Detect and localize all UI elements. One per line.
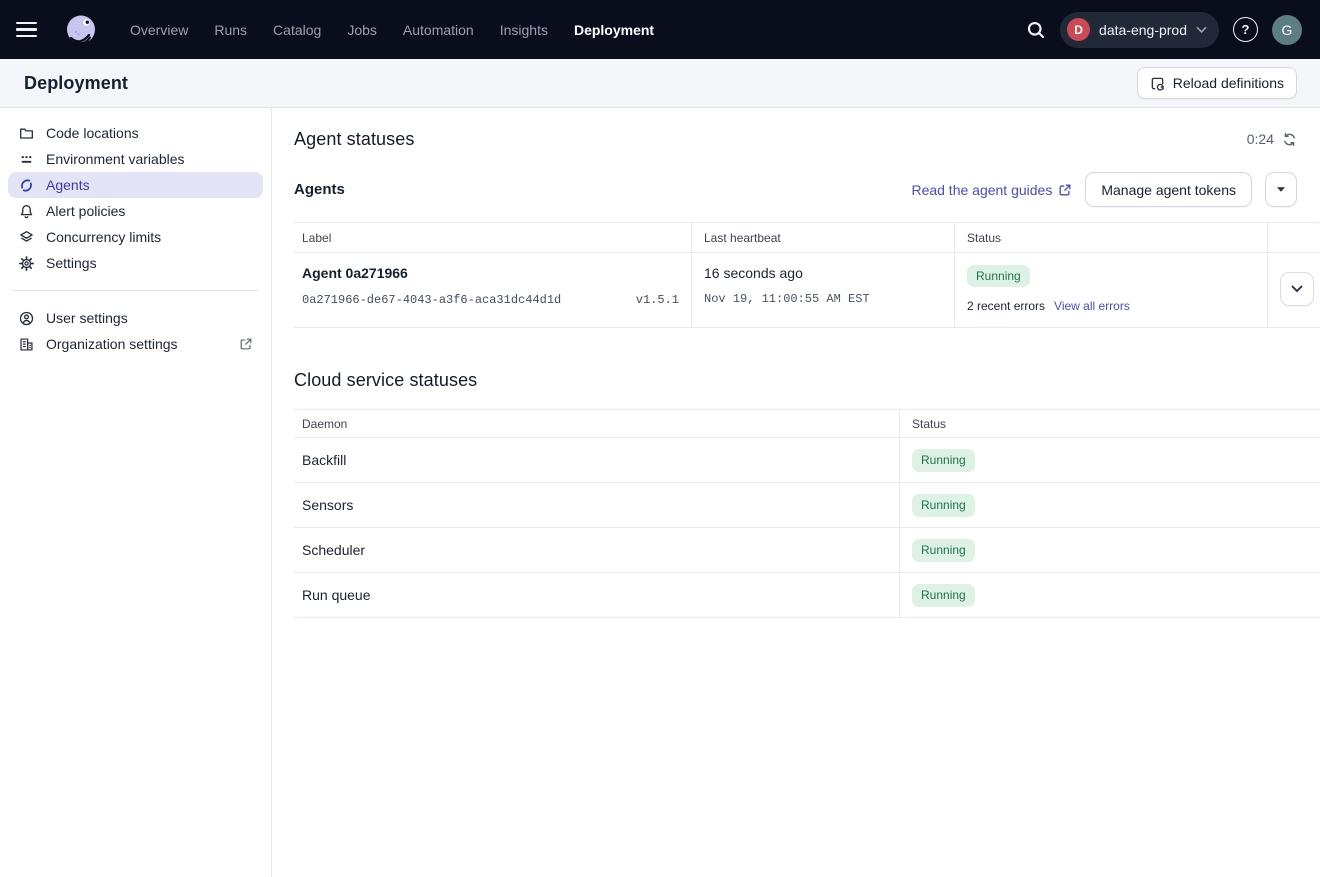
cloud-table-header: Daemon Status <box>294 410 1320 438</box>
view-all-errors-link[interactable]: View all errors <box>1054 299 1130 313</box>
column-header-status: Status <box>900 410 1320 437</box>
daemon-row-backfill: Backfill Running <box>294 438 1320 483</box>
sidebar-item-agents[interactable]: Agents <box>8 172 263 198</box>
primary-nav: Overview Runs Catalog Jobs Automation In… <box>130 22 654 38</box>
deployment-sidebar: Code locations Environment variables Age… <box>0 108 272 877</box>
agent-actions-dropdown-button[interactable] <box>1265 172 1297 207</box>
variables-icon <box>18 151 34 167</box>
nav-overview[interactable]: Overview <box>130 22 188 38</box>
column-header-daemon: Daemon <box>294 410 900 437</box>
user-circle-icon <box>18 310 34 326</box>
daemon-row-scheduler: Scheduler Running <box>294 528 1320 573</box>
nav-insights[interactable]: Insights <box>500 22 548 38</box>
column-header-status: Status <box>955 223 1268 252</box>
daemon-status-badge: Running <box>912 584 975 606</box>
daemon-name: Scheduler <box>294 528 900 572</box>
main-content: Agent statuses 0:24 Agents Read the agen… <box>272 108 1320 877</box>
caret-down-icon <box>1276 186 1286 193</box>
chevron-down-icon <box>1196 26 1207 34</box>
nav-catalog[interactable]: Catalog <box>273 22 321 38</box>
recent-errors-count: 2 recent errors <box>967 299 1045 313</box>
gear-icon <box>18 255 34 271</box>
refresh-countdown: 0:24 <box>1247 131 1297 147</box>
chevron-down-icon <box>1291 285 1303 293</box>
page-title: Deployment <box>24 73 128 94</box>
sidebar-item-label: Alert policies <box>46 203 125 219</box>
sidebar-item-organization-settings[interactable]: Organization settings <box>8 331 263 357</box>
refresh-icon[interactable] <box>1282 132 1297 147</box>
agent-table-row: Agent 0a271966 0a271966-de67-4043-a3f6-a… <box>294 253 1320 328</box>
reload-icon <box>1150 76 1165 91</box>
deployment-initial-badge: D <box>1067 18 1090 41</box>
deployment-switcher[interactable]: D data-eng-prod <box>1060 12 1219 48</box>
sidebar-item-user-settings[interactable]: User settings <box>8 305 263 331</box>
manage-agent-tokens-label: Manage agent tokens <box>1101 182 1236 198</box>
sidebar-item-environment-variables[interactable]: Environment variables <box>8 146 263 172</box>
nav-automation[interactable]: Automation <box>403 22 474 38</box>
sidebar-item-label: Concurrency limits <box>46 229 161 245</box>
daemon-status-badge: Running <box>912 449 975 471</box>
column-header-last-heartbeat: Last heartbeat <box>692 223 955 252</box>
sidebar-divider <box>12 290 259 291</box>
agent-guides-link[interactable]: Read the agent guides <box>911 182 1072 198</box>
external-link-icon <box>239 337 253 351</box>
sidebar-item-label: Agents <box>46 177 90 193</box>
heartbeat-relative-time: 16 seconds ago <box>704 265 942 281</box>
agents-table: Label Last heartbeat Status Agent 0a2719… <box>294 222 1320 328</box>
menu-icon[interactable] <box>16 15 46 45</box>
cloud-service-statuses-title: Cloud service statuses <box>294 370 1320 391</box>
agent-guides-link-label: Read the agent guides <box>911 182 1052 198</box>
reload-definitions-button[interactable]: Reload definitions <box>1137 67 1297 99</box>
daemon-status-badge: Running <box>912 494 975 516</box>
agent-version: v1.5.1 <box>636 293 679 307</box>
nav-deployment[interactable]: Deployment <box>574 22 654 38</box>
column-header-label: Label <box>294 223 692 252</box>
dagster-logo[interactable] <box>62 11 100 49</box>
layers-icon <box>18 229 34 245</box>
agents-section-heading: Agents <box>294 181 345 198</box>
sidebar-item-code-locations[interactable]: Code locations <box>8 120 263 146</box>
sidebar-item-alert-policies[interactable]: Alert policies <box>8 198 263 224</box>
page-header: Deployment Reload definitions <box>0 59 1320 108</box>
sidebar-item-settings[interactable]: Settings <box>8 250 263 276</box>
building-icon <box>18 336 34 352</box>
daemon-status-badge: Running <box>912 539 975 561</box>
agent-status-badge: Running <box>967 265 1030 287</box>
agents-table-header: Label Last heartbeat Status <box>294 223 1320 253</box>
folder-icon <box>18 125 34 141</box>
agent-label: Agent 0a271966 <box>302 265 679 281</box>
bell-icon <box>18 203 34 219</box>
nav-runs[interactable]: Runs <box>214 22 247 38</box>
agent-statuses-title: Agent statuses <box>294 129 414 150</box>
daemon-row-sensors: Sensors Running <box>294 483 1320 528</box>
refresh-countdown-value: 0:24 <box>1247 131 1274 147</box>
reload-definitions-label: Reload definitions <box>1173 75 1284 91</box>
sidebar-item-label: Environment variables <box>46 151 185 167</box>
search-icon[interactable] <box>1026 20 1046 40</box>
octopus-logo-icon <box>63 12 99 48</box>
agent-id: 0a271966-de67-4043-a3f6-aca31dc44d1d <box>302 293 561 307</box>
daemon-name: Sensors <box>294 483 900 527</box>
sidebar-item-label: Code locations <box>46 125 139 141</box>
heartbeat-timestamp: Nov 19, 11:00:55 AM EST <box>704 292 942 306</box>
sidebar-item-concurrency-limits[interactable]: Concurrency limits <box>8 224 263 250</box>
agent-row-expand-button[interactable] <box>1280 272 1314 306</box>
manage-agent-tokens-button[interactable]: Manage agent tokens <box>1085 172 1252 207</box>
sidebar-item-label: Settings <box>46 255 97 271</box>
nav-jobs[interactable]: Jobs <box>347 22 377 38</box>
daemon-row-run-queue: Run queue Running <box>294 573 1320 618</box>
sidebar-item-label: User settings <box>46 310 128 326</box>
top-navigation-bar: Overview Runs Catalog Jobs Automation In… <box>0 0 1320 59</box>
cloud-services-table: Daemon Status Backfill Running Sensors R… <box>294 409 1320 618</box>
daemon-name: Run queue <box>294 573 900 617</box>
user-avatar[interactable]: G <box>1272 15 1302 45</box>
deployment-name: data-eng-prod <box>1099 22 1187 38</box>
sidebar-item-label: Organization settings <box>46 336 178 352</box>
help-icon[interactable] <box>1233 17 1258 42</box>
topbar-right-controls: D data-eng-prod G <box>1026 12 1302 48</box>
external-link-icon <box>1058 183 1072 197</box>
daemon-name: Backfill <box>294 438 900 482</box>
agent-icon <box>18 177 34 193</box>
